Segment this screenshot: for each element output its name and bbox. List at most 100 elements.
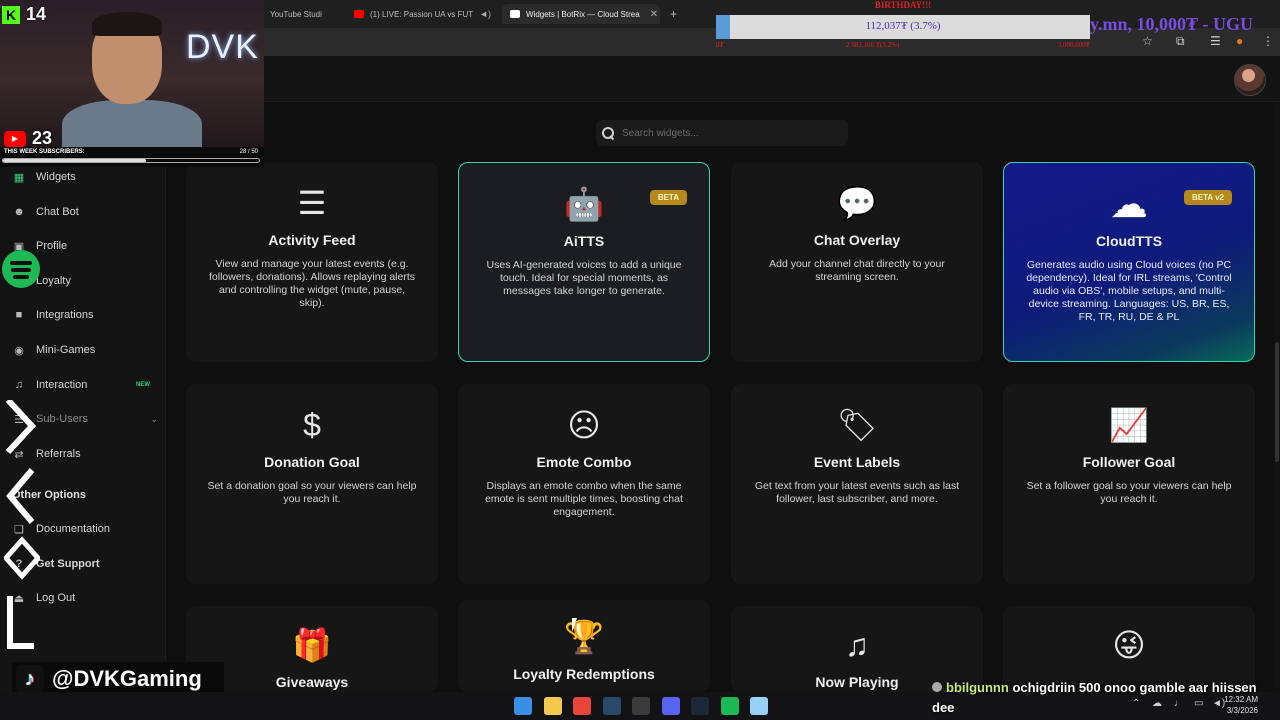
card-title: Activity Feed: [268, 232, 356, 248]
search-icon: [602, 127, 614, 139]
kick-viewer-badge: K 14: [2, 4, 46, 25]
widget-card-emote-combo[interactable]: ☹ Emote Combo Displays an emote combo wh…: [458, 384, 710, 584]
sidebar-item-label: Get Support: [36, 558, 100, 570]
sidebar-item-profile[interactable]: ▣ Profile: [12, 236, 160, 256]
reading-list-icon[interactable]: ☰: [1210, 34, 1221, 48]
card-title: Emote Combo: [536, 454, 632, 470]
sidebar-item-label: Log Out: [36, 592, 76, 604]
speaker-icon[interactable]: ◄): [479, 9, 491, 19]
app-icon[interactable]: [750, 697, 768, 715]
extensions-icon[interactable]: ⧉: [1176, 34, 1185, 49]
tiktok-handle: @DVKGaming: [52, 666, 202, 691]
sidebar-item-label: Interaction: [36, 379, 88, 391]
sidebar-item-interaction[interactable]: ♫ Interaction NEW: [12, 375, 160, 395]
card-description: Set a follower goal so your viewers can …: [1026, 480, 1232, 505]
trophy-icon: 🏆: [564, 619, 604, 655]
screen: YouTube Studi (1) LIVE: Passion UA vs FU…: [0, 0, 1280, 720]
kick-chevrons-icon: [4, 400, 40, 649]
close-icon[interactable]: ✕: [650, 9, 658, 20]
music-icon: ♫: [14, 379, 24, 391]
sidebar-item-label: Integrations: [36, 309, 94, 321]
robot-icon: ☻: [13, 206, 25, 218]
kick-viewer-count: 14: [26, 4, 47, 24]
emote-icon: ☹: [567, 407, 601, 443]
spotify-icon[interactable]: [720, 697, 739, 715]
widget-card-loyalty-redemptions[interactable]: 🏆 Loyalty Redemptions: [458, 600, 710, 692]
card-description: Generates audio using Cloud voices (no P…: [1026, 259, 1232, 323]
widget-card-donation-goal[interactable]: $ Donation Goal Set a donation goal so y…: [186, 384, 438, 584]
widget-card-follower-goal[interactable]: 📈 Follower Goal Set a follower goal so y…: [1003, 384, 1255, 584]
search-input[interactable]: [622, 127, 832, 139]
plug-icon: ■: [15, 309, 23, 321]
scrollbar-thumb[interactable]: [1275, 342, 1279, 462]
subscriber-goal-track: [2, 158, 260, 163]
youtube-viewer-badge: ▶ 23: [4, 128, 52, 149]
youtube-viewer-count: 23: [32, 128, 53, 148]
discord-icon[interactable]: [661, 697, 680, 715]
sidebar-item-label: Referrals: [36, 448, 81, 460]
tab-youtube-studio[interactable]: YouTube Studi: [262, 4, 344, 24]
youtube-icon: [354, 10, 364, 18]
mouse-cursor: [572, 618, 577, 632]
obs-icon[interactable]: [632, 697, 650, 715]
chevron-down-icon[interactable]: ⌄: [150, 414, 158, 425]
page-scrollbar[interactable]: [1274, 102, 1280, 702]
sidebar-item-integrations[interactable]: ■ Integrations: [12, 305, 160, 325]
sidebar-item-widgets[interactable]: ▦ Widgets: [12, 167, 160, 187]
sidebar-item-chat-bot[interactable]: ☻ Chat Bot: [12, 202, 160, 222]
card-title: Event Labels: [813, 454, 901, 470]
subscriber-goal-count: 28 / 50: [239, 149, 258, 155]
avatar[interactable]: [1234, 64, 1266, 96]
botrix-favicon-icon: [510, 10, 520, 18]
tiktok-icon: ♪: [16, 665, 44, 693]
gamepad-icon: ◉: [14, 344, 24, 357]
tab-label: YouTube Studi: [270, 9, 322, 19]
list-icon: ☰: [297, 185, 327, 221]
windows-start-icon[interactable]: [514, 697, 532, 715]
chart-line-icon: 📈: [1109, 407, 1149, 443]
steam-icon[interactable]: [602, 697, 621, 715]
donation-goal-bar: 112,037₮ (3.7%): [716, 15, 1090, 39]
extension-icon[interactable]: ●: [1236, 34, 1243, 48]
neon-sign: DVK: [186, 28, 259, 66]
donation-tick-end: 3,000,000₮: [1057, 41, 1090, 49]
widget-card-aitts[interactable]: 🤖 AiTTS Uses AI-generated voices to add …: [458, 162, 710, 362]
sidebar-item-label: Profile: [36, 240, 68, 252]
sidebar-item-label: Chat Bot: [36, 206, 79, 218]
star-icon[interactable]: ☆: [1142, 34, 1153, 48]
donation-tick-mid: 2 982,100 ₮(3.2%): [846, 41, 900, 49]
tab-label: Widgets | BotRix — Cloud Strea: [526, 9, 640, 19]
streamer-hair: [92, 12, 162, 36]
sidebar-item-label: Documentation: [36, 523, 110, 535]
card-description: Uses AI-generated voices to add a unique…: [486, 259, 682, 297]
search-box[interactable]: [596, 120, 848, 146]
steam-alt-icon[interactable]: [691, 697, 709, 715]
grid-icon: ▦: [13, 171, 25, 184]
subscriber-goal-bar: THIS WEEK SUBSCRIBERS: 28 / 50: [0, 147, 264, 167]
widget-card-event-labels[interactable]: 🏷 Event Labels Get text from your latest…: [731, 384, 983, 584]
sidebar-item-mini-games[interactable]: ◉ Mini-Games: [12, 340, 160, 360]
widget-card-chat-overlay[interactable]: 💬 Chat Overlay Add your channel chat dir…: [731, 162, 983, 362]
tab-live-passion[interactable]: (1) LIVE: Passion UA vs FUT ◄) ✕: [346, 4, 498, 24]
file-explorer-icon[interactable]: [543, 697, 562, 715]
subscriber-goal-fill: [3, 159, 147, 162]
music-note-icon: ♫: [845, 626, 869, 663]
card-title: Follower Goal: [1082, 454, 1176, 470]
new-tab-button[interactable]: +: [662, 4, 682, 24]
widget-card-cloudtts[interactable]: ☁ CloudTTS Generates audio using Cloud v…: [1003, 162, 1255, 362]
tags-icon: 🏷: [836, 407, 878, 443]
card-title: AiTTS: [563, 233, 605, 249]
card-title: Loyalty Redemptions: [513, 666, 655, 682]
card-title: CloudTTS: [1095, 233, 1163, 249]
tab-widgets-botrix[interactable]: Widgets | BotRix — Cloud Strea ✕: [502, 4, 660, 24]
chrome-icon[interactable]: [573, 697, 591, 715]
chat-user-icon: [932, 682, 942, 692]
card-description: View and manage your latest events (e.g.…: [208, 258, 416, 309]
donation-goal-text: 112,037₮ (3.7%): [865, 20, 941, 32]
card-description: Displays an emote combo when the same em…: [485, 480, 683, 518]
card-description: Add your channel chat directly to your s…: [769, 258, 945, 283]
menu-icon[interactable]: ⋮: [1262, 34, 1274, 48]
tongue-emoji-icon: 😜: [1112, 627, 1146, 663]
widget-card-activity-feed[interactable]: ☰ Activity Feed View and manage your lat…: [186, 162, 438, 362]
donation-goal-side-text: y.mn, 10,000₮ - UGU: [1090, 14, 1254, 34]
